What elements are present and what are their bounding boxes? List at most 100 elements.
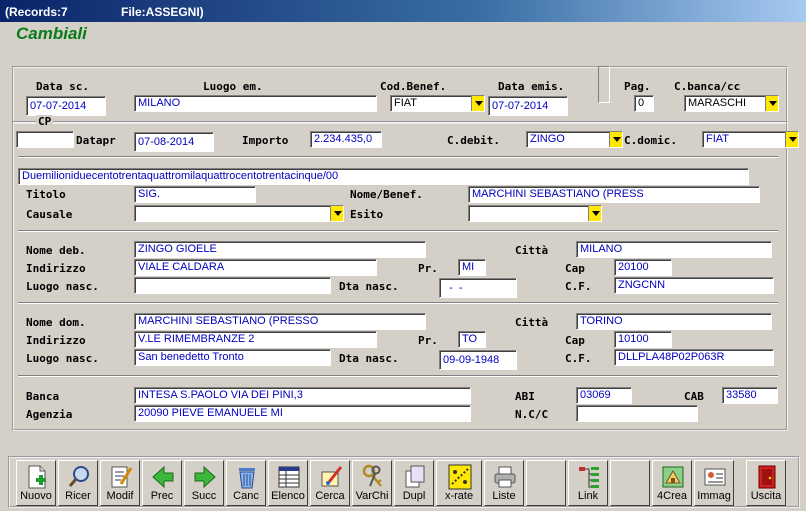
divider (18, 156, 778, 158)
keys-icon (362, 464, 382, 487)
trash-icon (239, 468, 255, 489)
cf-deb-field[interactable]: ZNGCNN (614, 277, 774, 294)
esito-label: Esito (350, 208, 384, 221)
pr-dom-field[interactable]: TO (458, 331, 486, 348)
luogo-nasc-dom-field[interactable]: San benedetto Tronto (134, 349, 331, 366)
pr-dom-label: Pr. (418, 334, 438, 347)
cod-benef-label: Cod.Benef. (380, 80, 447, 93)
citta-deb-label: Città (515, 244, 549, 257)
prec-button[interactable]: Prec (142, 460, 182, 506)
divider (18, 302, 778, 304)
empty-toolbar-button[interactable] (610, 460, 650, 506)
arrow-right-icon (194, 465, 216, 489)
chevron-down-icon[interactable] (765, 96, 778, 111)
nome-deb-label: Nome deb. (26, 244, 86, 257)
titolo-label: Titolo (26, 188, 66, 201)
pr-deb-field[interactable]: MI (458, 259, 486, 276)
elenco-button[interactable]: Elenco (268, 460, 308, 506)
xrate-button[interactable]: x-rate (436, 460, 482, 506)
nome-dom-field[interactable]: MARCHINI SEBASTIANO (PRESSO (134, 313, 426, 330)
cf-dom-field[interactable]: DLLPLA48P02P063R (614, 349, 774, 366)
cod-benef-select[interactable]: FIAT (390, 95, 485, 112)
datapr-label: Datapr (76, 134, 116, 147)
varchi-button[interactable]: VarChi (352, 460, 392, 506)
dta-nasc-dom-field[interactable]: 09-09-1948 (439, 350, 517, 370)
abi-label: ABI (515, 390, 535, 403)
citta-dom-label: Città (515, 316, 549, 329)
causale-select[interactable] (134, 205, 344, 222)
causale-label: Causale (26, 208, 73, 221)
abi-field[interactable]: 03069 (576, 387, 632, 404)
cerca-button[interactable]: Cerca (310, 460, 350, 506)
empty-toolbar-button[interactable] (526, 460, 566, 506)
pr-deb-label: Pr. (418, 262, 438, 275)
liste-button[interactable]: Liste (484, 460, 524, 506)
cp-label: CP (36, 115, 54, 128)
luogo-nasc-deb-field[interactable] (134, 277, 331, 294)
chevron-down-icon[interactable] (785, 132, 798, 147)
nuovo-button[interactable]: Nuovo (16, 460, 56, 506)
importo-label: Importo (242, 134, 289, 147)
cap-deb-field[interactable]: 20100 (614, 259, 672, 276)
cap-dom-label: Cap (565, 334, 585, 347)
form-title: Cambiali (16, 24, 87, 43)
nome-benef-field[interactable]: MARCHINI SEBASTIANO (PRESS (468, 186, 760, 203)
importo-field[interactable]: 2.234.435,0 (310, 131, 382, 148)
data-sc-label: Data sc. (36, 80, 89, 93)
new-document-icon (28, 465, 46, 489)
cap-dom-field[interactable]: 10100 (614, 331, 672, 348)
pag-label: Pag. (624, 80, 651, 93)
indirizzo-deb-label: Indirizzo (26, 262, 86, 275)
citta-deb-field[interactable]: MILANO (576, 241, 772, 258)
link-button[interactable]: Link (568, 460, 608, 506)
luogo-em-field[interactable]: MILANO (134, 95, 377, 112)
cab-label: CAB (684, 390, 704, 403)
c-debit-select[interactable]: ZINGO (526, 131, 623, 148)
chevron-down-icon[interactable] (588, 206, 601, 221)
c-banca-select[interactable]: MARASCHI (684, 95, 779, 112)
data-emis-label: Data emis. (498, 80, 565, 93)
canc-button[interactable]: Canc (226, 460, 266, 506)
indirizzo-dom-label: Indirizzo (26, 334, 86, 347)
data-emis-field[interactable]: 07-07-2014 (488, 96, 568, 116)
esito-select[interactable] (468, 205, 602, 222)
titolo-field[interactable]: SIG. (134, 186, 256, 203)
chevron-down-icon[interactable] (609, 132, 622, 147)
nome-dom-label: Nome dom. (26, 316, 86, 329)
cab-field[interactable]: 33580 (722, 387, 778, 404)
dta-nasc-dom-label: Dta nasc. (339, 352, 399, 365)
modif-button[interactable]: Modif (100, 460, 140, 506)
dta-nasc-deb-field[interactable]: - - (439, 278, 517, 298)
citta-dom-field[interactable]: TORINO (576, 313, 772, 330)
window-titlebar: (Records:7 File:ASSEGNI) (0, 0, 806, 22)
luogo-nasc-deb-label: Luogo nasc. (26, 280, 99, 293)
pag-field[interactable]: 0 (634, 95, 654, 112)
printer-icon (494, 466, 516, 488)
edit-document-icon (111, 466, 133, 488)
ricer-button[interactable]: Ricer (58, 460, 98, 506)
immag-button[interactable]: Immag (694, 460, 734, 506)
indirizzo-dom-field[interactable]: V.LE RIMEMBRANZE 2 (134, 331, 377, 348)
succ-button[interactable]: Succ (184, 460, 224, 506)
crea4-button[interactable]: 4Crea (652, 460, 692, 506)
nome-deb-field[interactable]: ZINGO GIOELE (134, 241, 426, 258)
magnifier-icon (68, 466, 89, 487)
nome-benef-label: Nome/Benef. (350, 188, 423, 201)
ncc-field[interactable] (576, 405, 698, 422)
indirizzo-deb-field[interactable]: VIALE CALDARA (134, 259, 377, 276)
data-sc-field[interactable]: 07-07-2014 (26, 96, 106, 116)
dupl-button[interactable]: Dupl (394, 460, 434, 506)
c-domic-select[interactable]: FIAT (702, 131, 799, 148)
cp-field[interactable] (16, 131, 74, 148)
chevron-down-icon[interactable] (471, 96, 484, 111)
importo-lettere-field[interactable]: Duemilioniduecentotrentaquattromilaquatt… (18, 168, 749, 185)
luogo-em-label: Luogo em. (203, 80, 263, 93)
datapr-field[interactable]: 07-08-2014 (134, 132, 214, 152)
agenzia-field[interactable]: 20090 PIEVE EMANUELE MI (134, 405, 471, 422)
divider (18, 375, 778, 377)
records-count: (Records:7 (5, 5, 68, 19)
banca-field[interactable]: INTESA S.PAOLO VIA DEI PINI,3 (134, 387, 471, 404)
uscita-button[interactable]: Uscita (746, 460, 786, 506)
grid-list-icon (278, 466, 300, 488)
chevron-down-icon[interactable] (330, 206, 343, 221)
